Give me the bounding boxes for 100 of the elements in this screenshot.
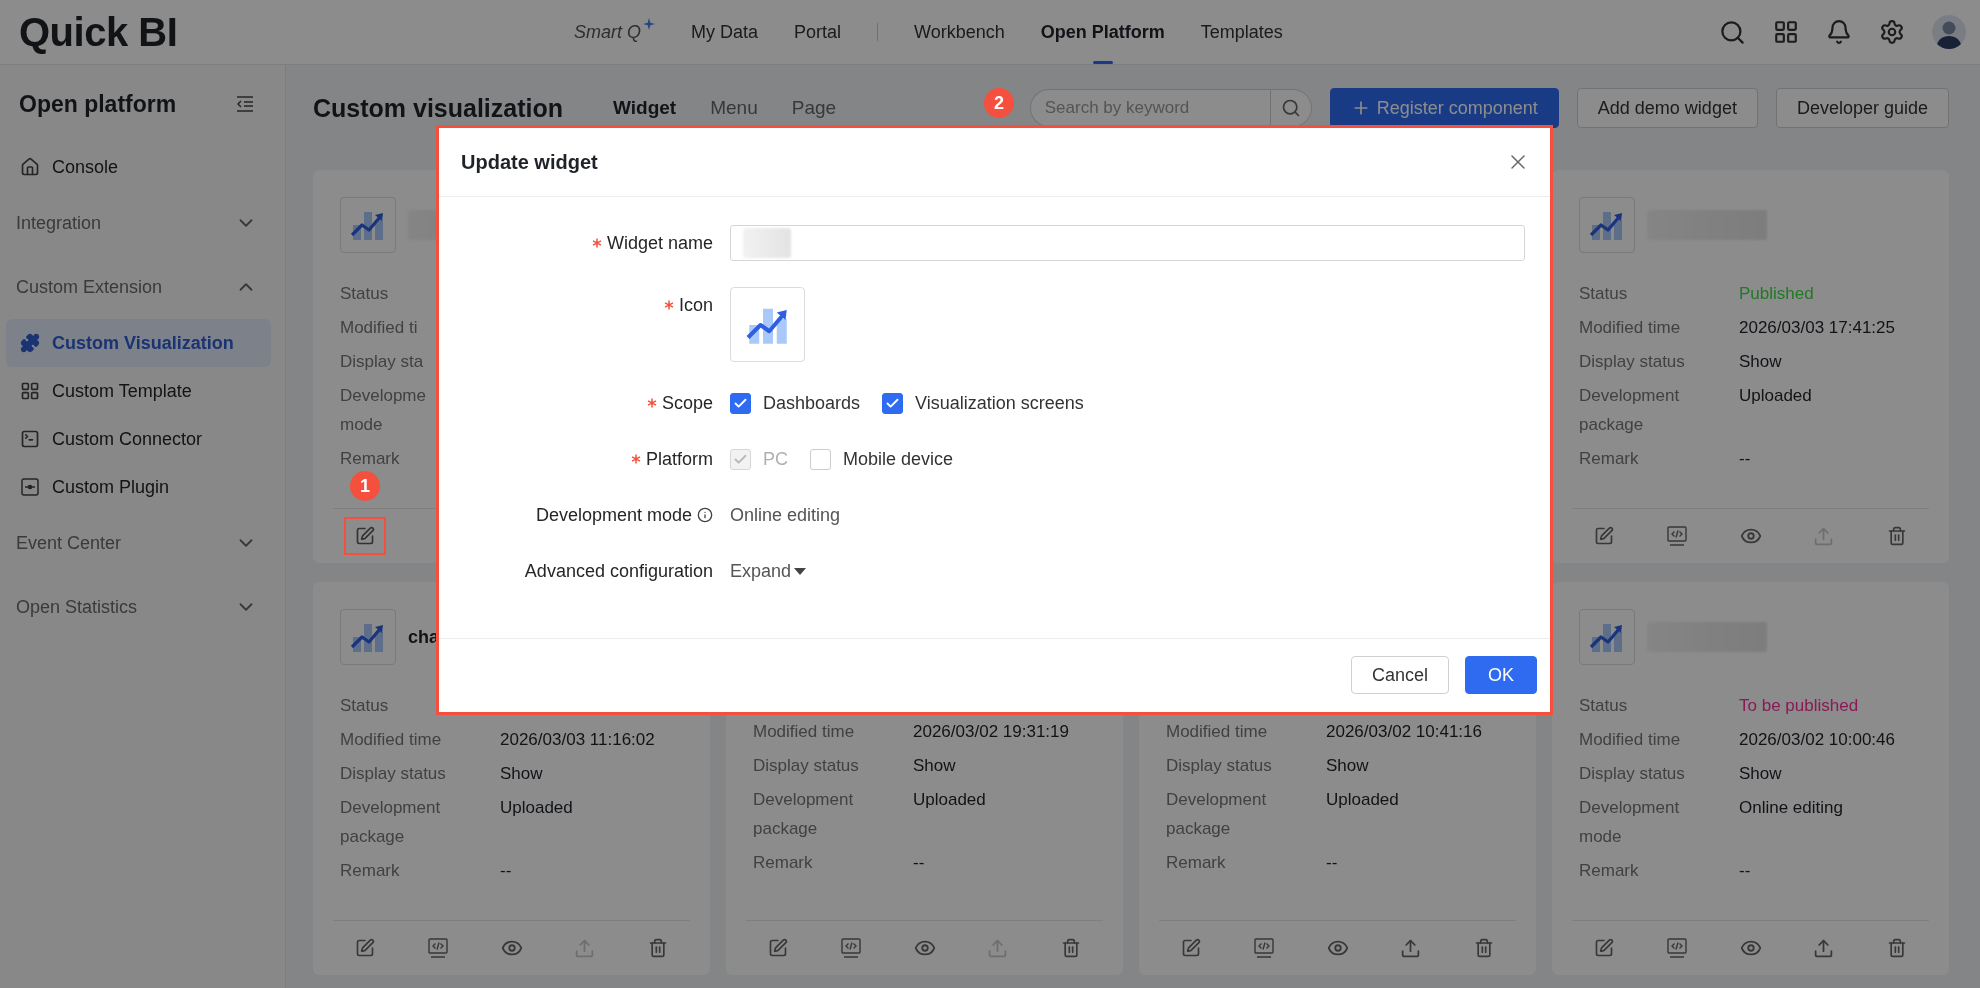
edit-icon	[1594, 526, 1614, 546]
toolbar-button[interactable]: Developer guide	[1775, 88, 1949, 128]
field-label: Modified time	[1579, 317, 1682, 339]
form-label: Icon	[678, 294, 713, 316]
form-label: Advanced configuration	[524, 560, 713, 582]
edit-icon	[1181, 938, 1201, 958]
group-label: Event Center	[16, 532, 122, 554]
trash-icon	[1061, 938, 1081, 958]
dialog-button[interactable]: OK	[1465, 656, 1537, 694]
nav-link[interactable]: My Data	[691, 0, 759, 64]
field-label: Remark	[1579, 860, 1640, 882]
field-value: Online editing	[1739, 797, 1844, 819]
sidebar-item[interactable]: Custom Visualization	[6, 319, 271, 367]
avatar[interactable]	[1932, 15, 1966, 49]
sidebar-item[interactable]: Console	[6, 143, 271, 191]
puzzle-icon	[20, 333, 40, 353]
sidebar-group[interactable]: Open Statistics	[0, 575, 285, 639]
terminal-icon	[20, 429, 40, 449]
field-value: 2026/03/02 10:41:16	[1326, 721, 1483, 743]
field-value: --	[1739, 448, 1752, 470]
home-icon	[20, 157, 40, 177]
upload-icon	[1813, 937, 1835, 959]
edit-icon	[1594, 938, 1614, 958]
logo[interactable]: Quick BI	[19, 9, 178, 55]
icon-picker[interactable]	[730, 287, 805, 362]
smart-q-link[interactable]: Smart Q	[574, 0, 655, 64]
field-value: Show	[500, 763, 544, 785]
field-label: Status	[1579, 695, 1629, 717]
trash-icon	[648, 938, 668, 958]
tab[interactable]: Menu	[710, 97, 758, 119]
field-value: --	[913, 852, 926, 874]
field-label: Display sta	[340, 351, 425, 373]
trash-icon	[1887, 526, 1907, 546]
form-label: Platform	[645, 448, 713, 470]
field-label: Display status	[1579, 351, 1686, 373]
search-icon[interactable]	[1719, 18, 1746, 46]
field-value: Uploaded	[500, 797, 574, 819]
toolbar-button[interactable]: Register component	[1329, 88, 1559, 128]
dialog-title: Update widget	[461, 150, 598, 174]
expand-toggle[interactable]: Expand	[730, 560, 808, 582]
sidebar-item[interactable]: Custom Connector	[6, 415, 271, 463]
code-icon	[427, 937, 450, 959]
tab[interactable]: Widget	[613, 97, 677, 119]
sidebar-item[interactable]: Custom Template	[6, 367, 271, 415]
field-value: Published	[1739, 283, 1815, 305]
collapse-icon[interactable]	[235, 95, 255, 113]
field-label: Remark	[340, 860, 401, 882]
checkbox-label: Visualization screens	[915, 392, 1084, 414]
sidebar-group[interactable]: Event Center	[0, 511, 285, 575]
field-label: Display status	[1166, 755, 1273, 777]
nav-link[interactable]: Templates	[1200, 0, 1283, 64]
text-field[interactable]	[730, 225, 1525, 261]
bell-icon[interactable]	[1826, 19, 1852, 45]
search-button[interactable]	[1269, 89, 1312, 127]
upload-icon	[574, 937, 596, 959]
apps-grid-icon[interactable]	[1773, 19, 1799, 45]
field-label: Display status	[340, 763, 447, 785]
field-label: Display status	[753, 755, 860, 777]
field-label: Modified ti	[340, 317, 419, 339]
field-label: Remark	[1579, 448, 1640, 470]
edit-icon	[355, 526, 375, 546]
checkbox-label: Mobile device	[843, 448, 954, 470]
field-value: 2026/03/03 11:16:02	[500, 729, 656, 751]
field-label: Modified time	[340, 729, 443, 751]
group-label: Custom Extension	[16, 276, 163, 298]
dialog-button[interactable]: Cancel	[1350, 656, 1449, 694]
checkbox[interactable]	[882, 392, 904, 414]
nav-link[interactable]: Open Platform	[1040, 0, 1165, 64]
field-value: 2026/03/02 19:31:19	[913, 721, 1070, 743]
field-label: Modified time	[753, 721, 856, 743]
upload-icon	[1400, 937, 1422, 959]
field-label: Remark	[340, 448, 401, 470]
sidebar-group[interactable]: Integration	[0, 191, 285, 255]
field-label: Modified time	[1579, 729, 1682, 751]
tab[interactable]: Page	[791, 97, 837, 119]
field-value: --	[500, 860, 513, 882]
nav-link[interactable]: Portal	[794, 0, 842, 64]
edit-icon	[355, 938, 375, 958]
nav-link[interactable]: Workbench	[914, 0, 1005, 64]
search-icon	[1280, 98, 1301, 118]
settings-icon[interactable]	[1879, 19, 1905, 45]
sparkle-icon	[643, 18, 655, 30]
group-label: Integration	[16, 212, 102, 234]
field-value: Uploaded	[1326, 789, 1400, 811]
toolbar-button[interactable]: Add demo widget	[1576, 88, 1758, 128]
field-label: Display status	[1579, 763, 1686, 785]
field-label: Remark	[753, 852, 814, 874]
info-icon[interactable]	[697, 507, 713, 523]
checkbox[interactable]	[730, 392, 751, 414]
field-label: Modified time	[1166, 721, 1269, 743]
field-label: Development mode	[1579, 797, 1681, 848]
search-input[interactable]: Search by keyword	[1029, 89, 1270, 127]
sidebar-item[interactable]: Custom Plugin	[6, 463, 271, 511]
step-badge: 2	[984, 88, 1014, 118]
field-value: Uploaded	[1739, 385, 1813, 407]
field-value: Uploaded	[913, 789, 987, 811]
field-label: Status	[340, 283, 390, 305]
upload-icon	[987, 937, 1009, 959]
sidebar-group[interactable]: Custom Extension	[0, 255, 285, 319]
field-label: Status	[1579, 283, 1629, 305]
